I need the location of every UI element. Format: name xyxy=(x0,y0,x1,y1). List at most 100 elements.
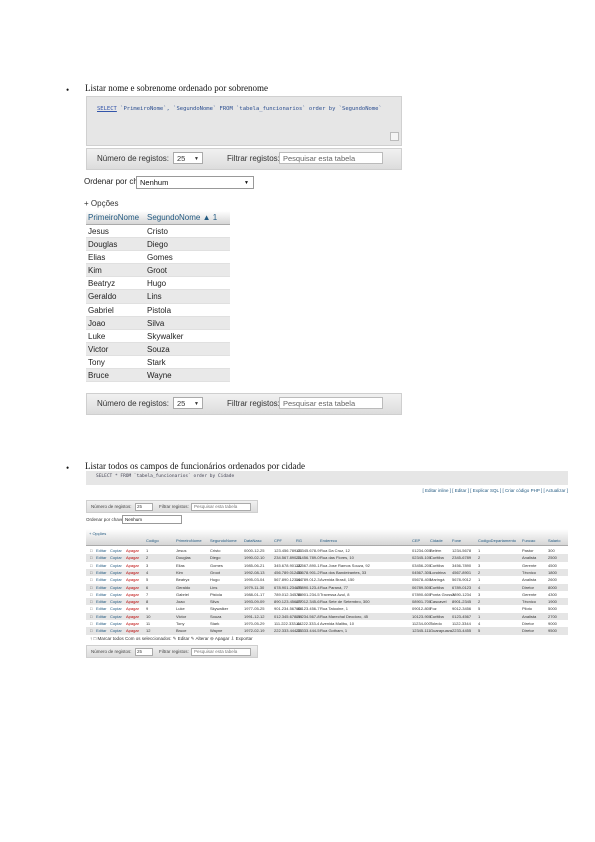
row-checkbox[interactable]: □ xyxy=(90,621,92,626)
column-header[interactable]: PrimeiroNome xyxy=(176,538,202,543)
table-row[interactable]: □ Editar Copiar Apagar 5 Beatryz Hugo 1995-03-0… xyxy=(86,576,568,584)
column-header[interactable]: CodigoDepartamento xyxy=(478,538,516,543)
filter-input[interactable]: Pesquisar esta tabela xyxy=(191,503,251,511)
edit-link[interactable]: Editar xyxy=(96,585,106,590)
rows-select[interactable]: 25 ▼ xyxy=(173,397,203,409)
edit-link[interactable]: Editar xyxy=(96,628,106,633)
column-header-segundonome[interactable]: SegundoNome ▲ 1 xyxy=(147,213,217,222)
edit-link[interactable]: Editar xyxy=(96,621,106,626)
options-toggle[interactable]: + Opções xyxy=(84,199,118,208)
copy-link[interactable]: Copiar xyxy=(110,614,122,619)
copy-link[interactable]: Copiar xyxy=(110,621,122,626)
column-header[interactable]: DataNasc xyxy=(244,538,262,543)
sort-select[interactable]: Nenhum xyxy=(122,515,182,524)
sql-query-box[interactable]: SELECT `PrimeiroNome`, `SegundoNome` FRO… xyxy=(86,96,402,146)
table-row[interactable]: □ Editar Copiar Apagar 2 Douglas Diego 1990-02-… xyxy=(86,554,568,562)
column-header[interactable]: CEP xyxy=(412,538,420,543)
table-row[interactable]: Bruce Wayne xyxy=(86,369,230,383)
edit-link[interactable]: Editar xyxy=(96,592,106,597)
table-row[interactable]: □ Editar Copiar Apagar 11 Tony Stark 1970-05-29… xyxy=(86,620,568,628)
delete-link[interactable]: Apagar xyxy=(126,621,139,626)
column-header[interactable]: Funcao xyxy=(522,538,535,543)
copy-link[interactable]: Copiar xyxy=(110,606,122,611)
table-row[interactable]: Joao Silva xyxy=(86,316,230,330)
copy-link[interactable]: Copiar xyxy=(110,577,122,582)
table-row[interactable]: Beatryz Hugo xyxy=(86,277,230,291)
copy-link[interactable]: Copiar xyxy=(110,628,122,633)
filter-input[interactable]: Pesquisar esta tabela xyxy=(279,152,383,164)
edit-link[interactable]: Editar xyxy=(96,548,106,553)
edit-link[interactable]: Editar xyxy=(96,599,106,604)
column-header-primeironome[interactable]: PrimeiroNome xyxy=(88,213,139,222)
copy-link[interactable]: Copiar xyxy=(110,548,122,553)
column-header[interactable]: Endereco xyxy=(320,538,337,543)
row-checkbox[interactable]: □ xyxy=(90,548,92,553)
delete-link[interactable]: Apagar xyxy=(126,563,139,568)
delete-link[interactable]: Apagar xyxy=(126,585,139,590)
edit-link[interactable]: Editar xyxy=(96,570,106,575)
table-row[interactable]: □ Editar Copiar Apagar 1 Jesus Cristo 0000-12-2… xyxy=(86,547,568,555)
column-header[interactable]: Fone xyxy=(452,538,461,543)
table-row[interactable]: Douglas Diego xyxy=(86,238,230,252)
edit-link[interactable]: Editar xyxy=(96,606,106,611)
edit-link[interactable]: Editar xyxy=(96,614,106,619)
filter-input[interactable]: Pesquisar esta tabela xyxy=(191,648,251,656)
table-row[interactable]: Kim Groot xyxy=(86,264,230,278)
copy-link[interactable]: Copiar xyxy=(110,599,122,604)
table-row[interactable]: □ Editar Copiar Apagar 12 Bruce Wayne 1972-02-1… xyxy=(86,627,568,635)
rows-select[interactable]: 25 xyxy=(135,648,153,656)
copy-link[interactable]: Copiar xyxy=(110,585,122,590)
row-checkbox[interactable]: □ xyxy=(90,628,92,633)
row-checkbox[interactable]: □ xyxy=(90,614,92,619)
options-toggle[interactable]: + Opções xyxy=(89,531,106,536)
delete-link[interactable]: Apagar xyxy=(126,628,139,633)
table-row[interactable]: □ Editar Copiar Apagar 4 Kim Groot 1992-08-13 45… xyxy=(86,568,568,577)
edit-link[interactable]: Editar xyxy=(96,555,106,560)
delete-link[interactable]: Apagar xyxy=(126,548,139,553)
row-checkbox[interactable]: □ xyxy=(90,585,92,590)
table-row[interactable]: Tony Stark xyxy=(86,355,230,370)
table-row[interactable]: □ Editar Copiar Apagar 6 Geraldo Lins 1979-11-3… xyxy=(86,583,568,591)
copy-link[interactable]: Copiar xyxy=(110,592,122,597)
table-row[interactable]: Victor Souza xyxy=(86,342,230,356)
row-checkbox[interactable]: □ xyxy=(90,599,92,604)
table-row[interactable]: □ Editar Copiar Apagar 10 Victor Souza 1991-12-… xyxy=(86,612,568,620)
resize-handle-icon[interactable] xyxy=(390,132,399,141)
row-checkbox[interactable]: □ xyxy=(90,555,92,560)
copy-link[interactable]: Copiar xyxy=(110,563,122,568)
table-row[interactable]: Jesus Cristo xyxy=(86,225,230,239)
table-row[interactable]: □ Editar Copiar Apagar 9 Luke Skywalker 1977-05… xyxy=(86,605,568,613)
rows-select[interactable]: 25 xyxy=(135,503,153,511)
column-header[interactable]: Salario xyxy=(548,538,560,543)
delete-link[interactable]: Apagar xyxy=(126,614,139,619)
column-header[interactable]: CPF xyxy=(274,538,282,543)
row-checkbox[interactable]: □ xyxy=(90,570,92,575)
copy-link[interactable]: Copiar xyxy=(110,570,122,575)
row-checkbox[interactable]: □ xyxy=(90,577,92,582)
table-row[interactable]: Gabriel Pistola xyxy=(86,303,230,317)
row-checkbox[interactable]: □ xyxy=(90,592,92,597)
table-row[interactable]: □ Editar Copiar Apagar 3 Elias Gomes 1985-06-21… xyxy=(86,561,568,569)
delete-link[interactable]: Apagar xyxy=(126,599,139,604)
column-header[interactable]: Codigo xyxy=(146,538,159,543)
table-row[interactable]: □ Editar Copiar Apagar 8 Joao Silva 1993-09-09 8… xyxy=(86,598,568,606)
sort-select[interactable]: Nenhum ▼ xyxy=(136,176,254,189)
delete-link[interactable]: Apagar xyxy=(126,606,139,611)
column-header[interactable]: RG xyxy=(296,538,302,543)
table-row[interactable]: □ Editar Copiar Apagar 7 Gabriel Pistola 1988-0… xyxy=(86,590,568,599)
query-action-links[interactable]: [ Editar inline ] [ Editar ] [ Explicar … xyxy=(422,488,568,493)
table-row[interactable]: Elias Gomes xyxy=(86,251,230,265)
rows-select[interactable]: 25 ▼ xyxy=(173,152,203,164)
delete-link[interactable]: Apagar xyxy=(126,570,139,575)
table-row[interactable]: Luke Skywalker xyxy=(86,329,230,343)
delete-link[interactable]: Apagar xyxy=(126,592,139,597)
column-header[interactable]: Cidade xyxy=(430,538,443,543)
edit-link[interactable]: Editar xyxy=(96,577,106,582)
row-checkbox[interactable]: □ xyxy=(90,606,92,611)
filter-input[interactable]: Pesquisar esta tabela xyxy=(279,397,383,409)
copy-link[interactable]: Copiar xyxy=(110,555,122,560)
table-row[interactable]: Geraldo Lins xyxy=(86,290,230,304)
sql-query-box[interactable]: SELECT * FROM `tabela_funcionarios` orde… xyxy=(86,471,568,485)
column-header[interactable]: SegundoNome xyxy=(210,538,237,543)
edit-link[interactable]: Editar xyxy=(96,563,106,568)
